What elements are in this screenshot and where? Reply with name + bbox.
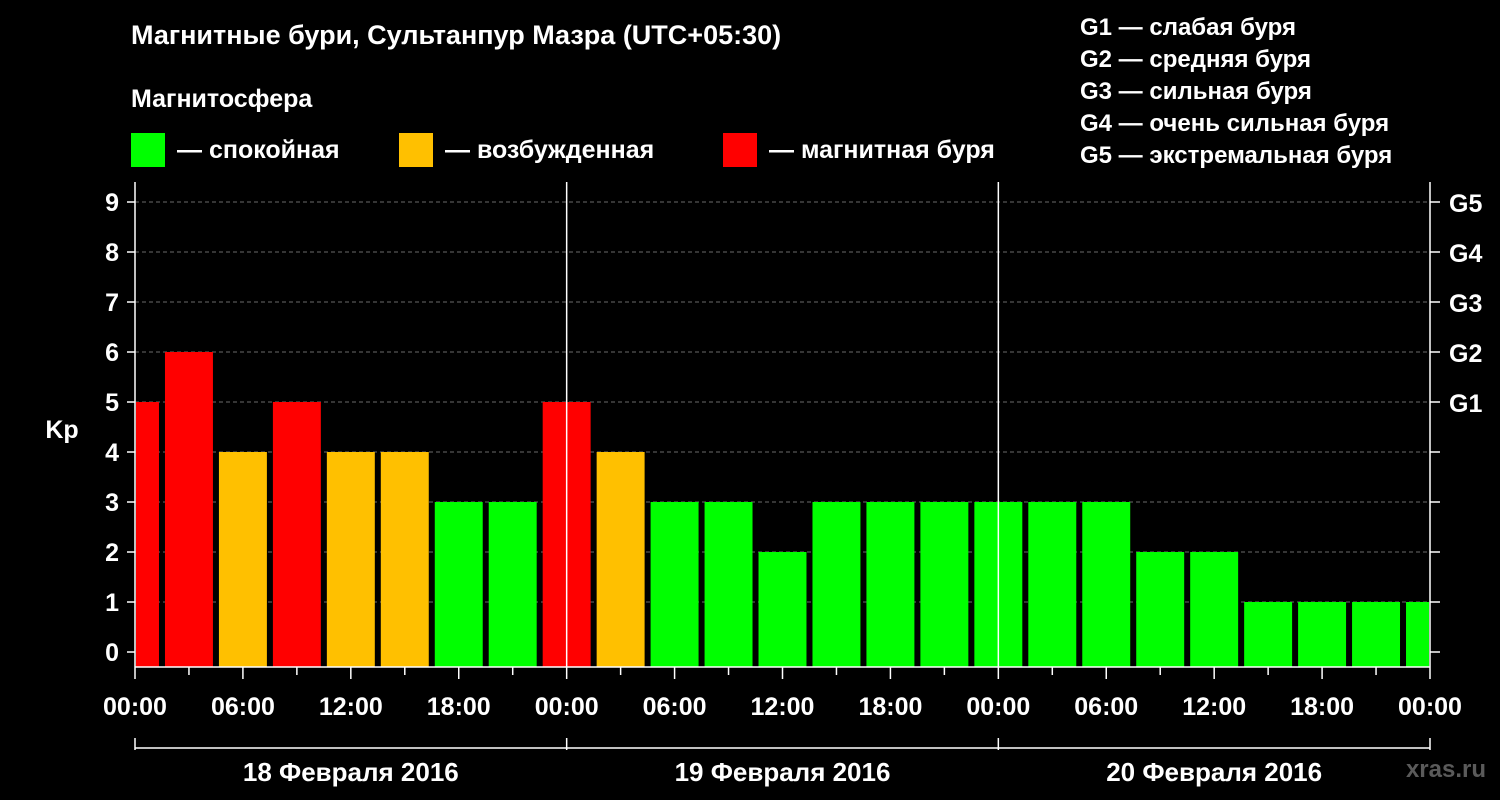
kp-bar: [1244, 602, 1293, 667]
x-tick-label: 00:00: [966, 693, 1030, 721]
kp-bar: [136, 402, 159, 667]
kp-bar: [1136, 552, 1185, 667]
kp-bar: [164, 352, 213, 667]
y-tick-label: 5: [105, 389, 119, 417]
kp-bar: [380, 452, 429, 667]
kp-bar: [1028, 502, 1077, 667]
kp-bar: [1352, 602, 1401, 667]
kp-bar: [218, 452, 267, 667]
x-tick-label: 18:00: [427, 693, 491, 721]
x-tick-label: 06:00: [211, 693, 275, 721]
y-tick-label: 4: [105, 439, 119, 467]
y-axis-label: Kp: [45, 416, 78, 444]
kp-bar: [704, 502, 753, 667]
kp-bar: [1406, 602, 1429, 667]
kp-bar: [920, 502, 969, 667]
kp-bar: [1190, 552, 1239, 667]
y-tick-label: 2: [105, 539, 119, 567]
day-label: 20 Февраля 2016: [1106, 757, 1322, 787]
y-tick-label: 1: [105, 589, 119, 617]
y-tick-label: 3: [105, 489, 119, 517]
y-tick-label: 0: [105, 639, 119, 667]
x-tick-label: 12:00: [319, 693, 383, 721]
x-tick-label: 18:00: [858, 693, 922, 721]
x-tick-label: 06:00: [1074, 693, 1138, 721]
kp-bar: [272, 402, 321, 667]
x-tick-label: 00:00: [103, 693, 167, 721]
kp-bar: [866, 502, 915, 667]
kp-bar: [596, 452, 645, 667]
g-level-label: G2: [1449, 340, 1482, 368]
x-tick-label: 00:00: [1398, 693, 1462, 721]
x-tick-label: 18:00: [1290, 693, 1354, 721]
kp-bar: [1298, 602, 1347, 667]
g-level-label: G3: [1449, 290, 1482, 318]
x-tick-label: 12:00: [1182, 693, 1246, 721]
brand-watermark: xras.ru: [1405, 756, 1486, 783]
g-level-label: G1: [1449, 390, 1482, 418]
y-tick-label: 7: [105, 289, 119, 317]
kp-bar: [488, 502, 537, 667]
day-label: 19 Февраля 2016: [675, 757, 891, 787]
kp-bar: [326, 452, 375, 667]
g-level-label: G4: [1449, 240, 1482, 268]
x-tick-label: 00:00: [535, 693, 599, 721]
x-tick-label: 06:00: [643, 693, 707, 721]
g-level-label: G5: [1449, 190, 1482, 218]
x-tick-label: 12:00: [751, 693, 815, 721]
y-tick-label: 9: [105, 189, 119, 217]
kp-bar: [650, 502, 699, 667]
kp-bar-chart: 0 1 2 3 4 5 6 7 8 9 G1 G2 G3 G4 G5 Kp 00:00 06:00 12:00 18:…: [45, 182, 1482, 787]
kp-bar: [758, 552, 807, 667]
kp-bar: [812, 502, 861, 667]
kp-bar: [1082, 502, 1131, 667]
day-label: 18 Февраля 2016: [243, 757, 459, 787]
y-tick-label: 6: [105, 339, 119, 367]
y-tick-label: 8: [105, 239, 119, 267]
kp-bar: [434, 502, 483, 667]
